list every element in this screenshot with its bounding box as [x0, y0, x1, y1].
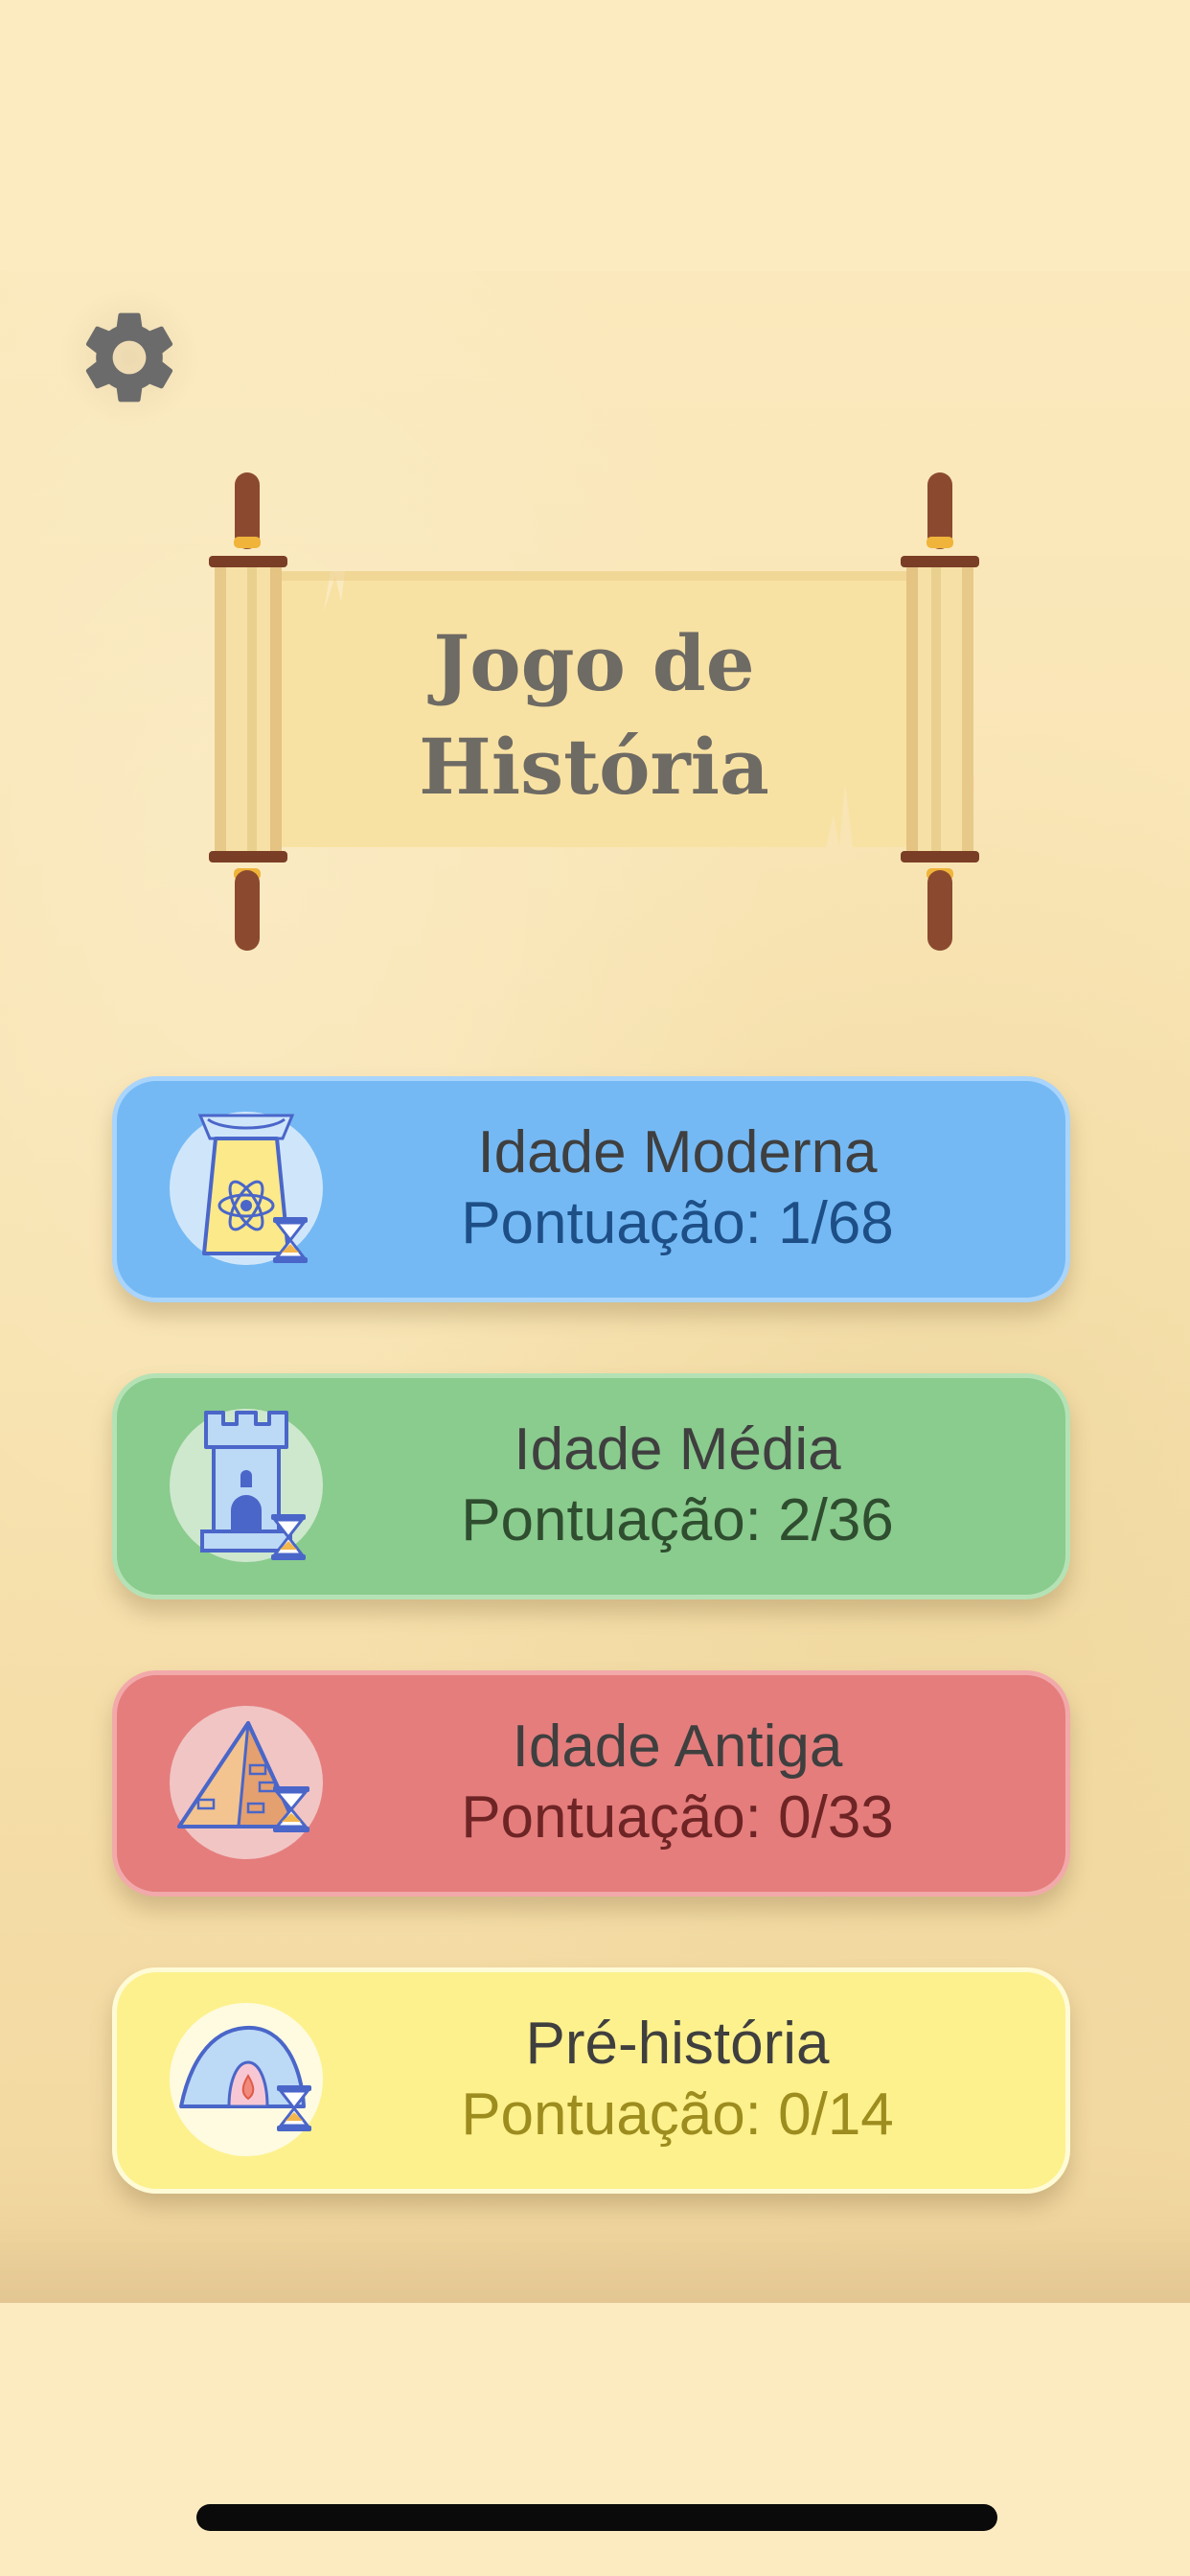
period-name: Idade Moderna [477, 1119, 878, 1185]
app-title: Jogo de História [201, 611, 987, 818]
period-score: Pontuação: 0/33 [461, 1784, 894, 1851]
period-card-text: Idade Média Pontuação: 2/36 [289, 1414, 1065, 1556]
period-name: Idade Média [514, 1416, 841, 1483]
period-card-modern[interactable]: Idade Moderna Pontuação: 1/68 [112, 1076, 1070, 1302]
period-card-prehistory[interactable]: Pré-história Pontuação: 0/14 [112, 1967, 1070, 2194]
period-card-text: Idade Antiga Pontuação: 0/33 [289, 1712, 1065, 1853]
gear-icon [85, 312, 173, 402]
title-scroll: Jogo de História [201, 468, 987, 956]
period-card-medieval[interactable]: Idade Média Pontuação: 2/36 [112, 1373, 1070, 1599]
period-name: Pré-história [525, 2011, 830, 2077]
period-card-ancient[interactable]: Idade Antiga Pontuação: 0/33 [112, 1670, 1070, 1897]
period-list: Idade Moderna Pontuação: 1/68 Idade Médi… [112, 1076, 1070, 2265]
settings-button[interactable] [59, 288, 199, 427]
period-score: Pontuação: 2/36 [461, 1487, 894, 1553]
period-score: Pontuação: 0/14 [461, 2082, 894, 2148]
period-name: Idade Antiga [512, 1714, 843, 1780]
app-title-line2: História [419, 722, 769, 812]
period-score: Pontuação: 1/68 [461, 1190, 894, 1256]
period-card-text: Pré-história Pontuação: 0/14 [289, 2009, 1065, 2150]
app-title-line1: Jogo de [433, 618, 755, 708]
home-indicator[interactable] [196, 2504, 997, 2531]
period-card-text: Idade Moderna Pontuação: 1/68 [289, 1117, 1065, 1259]
